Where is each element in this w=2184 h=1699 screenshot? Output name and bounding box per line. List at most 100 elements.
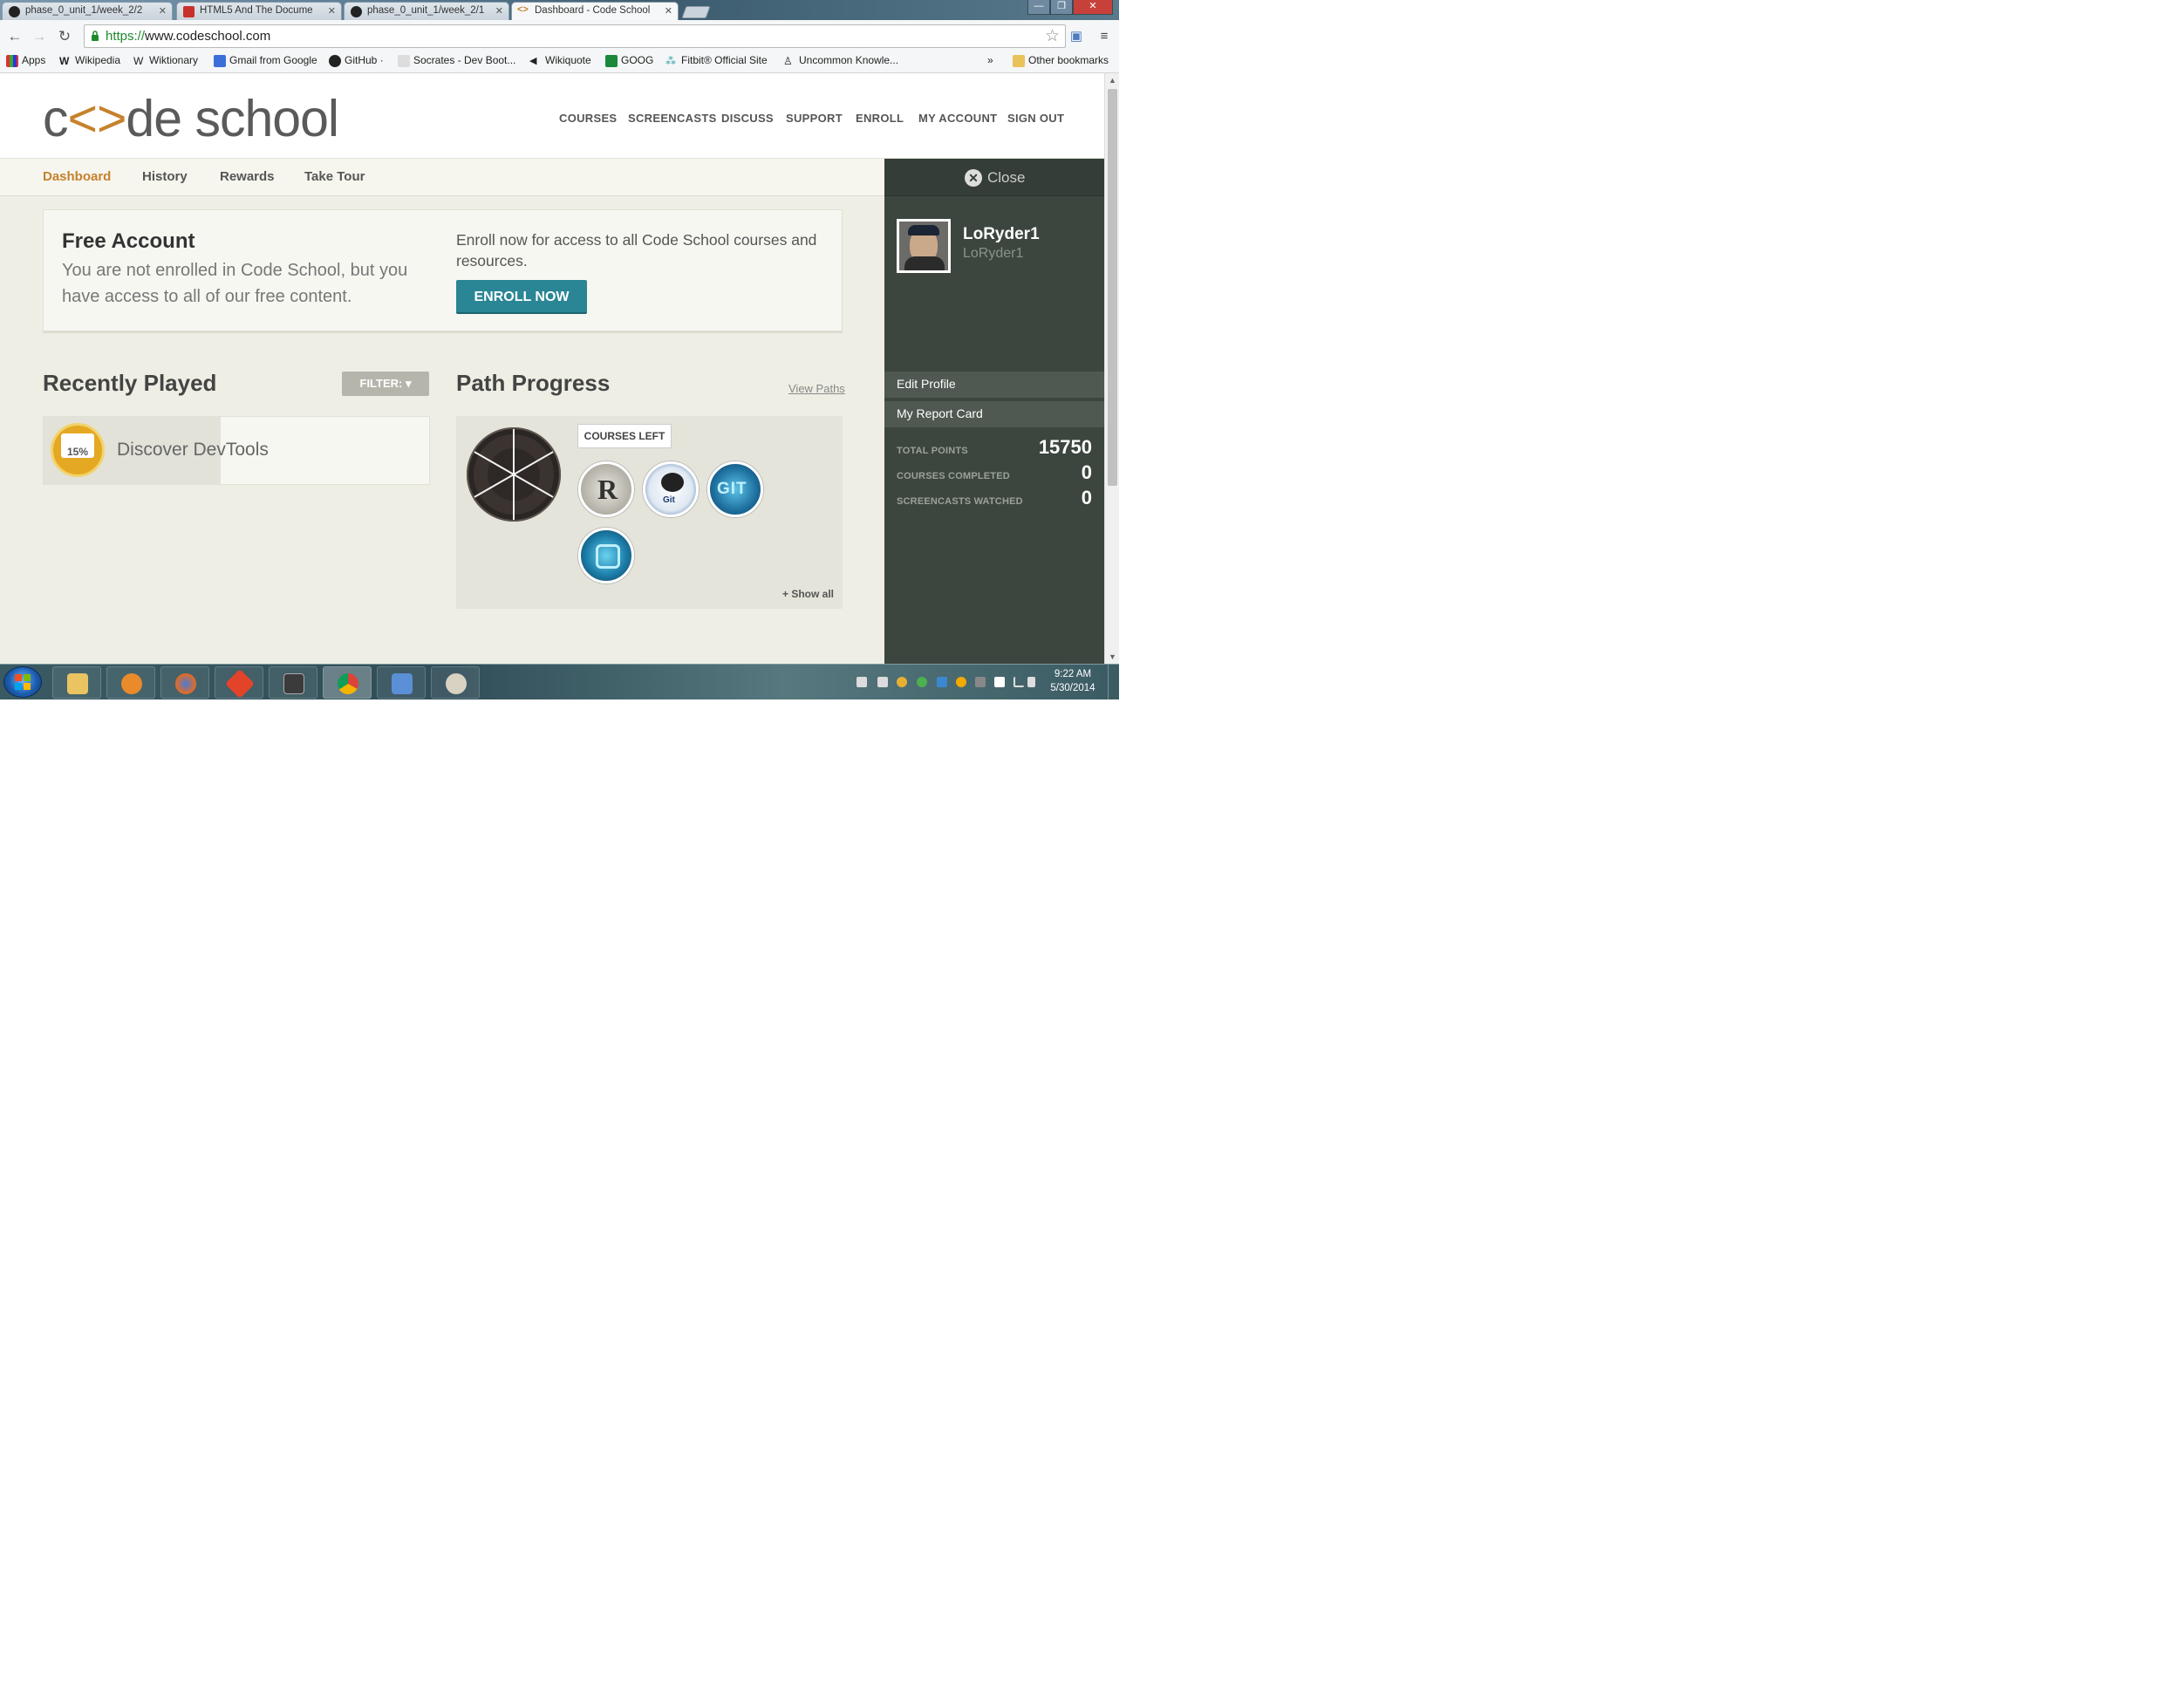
scroll-down-icon[interactable]: ▼ (1109, 652, 1116, 661)
account-sidebar: ✕ Close LoRyder1 LoRyder1 Edit Profile M… (884, 159, 1104, 664)
git-real-icon[interactable]: GIT (707, 461, 763, 517)
path-progress-wheel-icon[interactable] (466, 426, 562, 522)
bookmark-socrates[interactable]: Socrates - Dev Boot... (398, 54, 515, 67)
other-bookmarks-folder[interactable]: Other bookmarks (1013, 54, 1109, 67)
close-tab-icon[interactable]: ✕ (665, 5, 672, 17)
new-tab-button[interactable] (681, 6, 711, 18)
nav-screencasts[interactable]: SCREENCASTS (628, 112, 717, 125)
app-tray-icon[interactable] (937, 677, 947, 687)
dashboard-subnav: Dashboard History Rewards Take Tour (0, 159, 884, 196)
bookmark-apps[interactable]: Apps (6, 54, 45, 67)
git-octocat-icon[interactable]: Git (643, 461, 699, 517)
network-icon[interactable] (1014, 677, 1024, 687)
avatar[interactable] (897, 219, 951, 273)
scrollbar-thumb[interactable] (1108, 89, 1117, 486)
bookmark-github[interactable]: GitHub · (329, 54, 384, 67)
close-tab-icon[interactable]: ✕ (328, 5, 336, 17)
taskbar-remote[interactable] (377, 666, 426, 699)
pdf-icon (183, 6, 195, 17)
close-window-button[interactable]: ✕ (1073, 0, 1113, 15)
tab-history[interactable]: History (142, 169, 188, 184)
clock-time[interactable]: 9:22 AM (1047, 669, 1099, 679)
firefox-icon (175, 673, 196, 694)
reload-icon[interactable]: ↻ (55, 27, 74, 46)
enroll-now-button[interactable]: ENROLL NOW (456, 280, 587, 314)
notification-icon[interactable] (857, 677, 867, 687)
extension-icon[interactable]: ▣ (1068, 28, 1085, 45)
taskbar-git[interactable] (215, 666, 263, 699)
taskbar-file-explorer[interactable] (52, 666, 101, 699)
tab-rewards[interactable]: Rewards (220, 169, 275, 184)
tab-take-tour[interactable]: Take Tour (304, 169, 365, 184)
app-tray-icon[interactable] (956, 677, 966, 687)
media-player-icon (121, 673, 142, 694)
chrome-tray-icon[interactable] (917, 677, 927, 687)
clock-date[interactable]: 5/30/2014 (1045, 683, 1101, 693)
code-school-logo[interactable]: c<>de school (43, 89, 339, 148)
username: LoRyder1 (963, 225, 1040, 243)
close-tab-icon[interactable]: ✕ (159, 5, 167, 17)
folder-icon (1013, 55, 1025, 67)
bookmark-goog[interactable]: GOOG (605, 54, 653, 67)
browser-tab-strip: phase_0_unit_1/week_2/2 ✕ HTML5 And The … (0, 0, 1119, 20)
nav-sign-out[interactable]: SIGN OUT (1007, 112, 1064, 125)
taskbar-paint[interactable] (431, 666, 480, 699)
close-tab-icon[interactable]: ✕ (495, 5, 503, 17)
nav-enroll[interactable]: ENROLL (856, 112, 904, 125)
menu-icon[interactable]: ≡ (1095, 28, 1113, 45)
taskbar-firefox[interactable] (160, 666, 209, 699)
bookmark-fitbit[interactable]: ⁂ Fitbit® Official Site (665, 54, 768, 67)
bookmark-gmail[interactable]: Gmail from Google (214, 54, 317, 67)
minimize-button[interactable]: — (1027, 0, 1050, 15)
report-card-link[interactable]: My Report Card (884, 401, 1104, 427)
logo-text-pre: c (43, 90, 68, 147)
browser-tab-active[interactable]: <> Dashboard - Code School ✕ (511, 2, 679, 20)
paint-icon (446, 673, 467, 694)
browser-tab[interactable]: phase_0_unit_1/week_2/2 ✕ (2, 2, 173, 20)
taskbar-media-player[interactable] (106, 666, 155, 699)
tab-dashboard[interactable]: Dashboard (43, 169, 111, 184)
javascript-icon[interactable] (578, 528, 634, 583)
forward-icon[interactable]: → (30, 27, 49, 46)
scroll-up-icon[interactable]: ▲ (1109, 76, 1116, 85)
sidebar-close-button[interactable]: ✕ Close (884, 159, 1104, 196)
bookmark-uncommon-knowledge[interactable]: ♙ Uncommon Knowle... (783, 54, 898, 67)
show-desktop-button[interactable] (1108, 665, 1119, 699)
courses-completed-label: COURSES COMPLETED (897, 471, 1010, 481)
browser-tab[interactable]: HTML5 And The Docume ✕ (176, 2, 342, 20)
taskbar-chrome[interactable] (323, 666, 372, 699)
power-icon[interactable] (1027, 677, 1035, 687)
bookmark-star-icon[interactable]: ☆ (1045, 26, 1060, 46)
recently-played-item[interactable]: 15% Discover DevTools (43, 416, 430, 485)
chrome-tray-icon[interactable] (897, 677, 907, 687)
bookmark-wikipedia[interactable]: W Wikipedia (59, 54, 120, 67)
taskbar-sublime-text[interactable] (269, 666, 317, 699)
windows-taskbar: 9:22 AM 5/30/2014 (0, 664, 1119, 699)
edit-profile-link[interactable]: Edit Profile (884, 372, 1104, 398)
bookmark-wiktionary[interactable]: W Wiktionary (133, 54, 198, 67)
nav-my-account[interactable]: MY ACCOUNT (918, 112, 997, 125)
view-paths-link[interactable]: View Paths (788, 382, 845, 395)
bookmark-wikiquote[interactable]: ◀ Wikiquote (529, 54, 591, 66)
show-all-link[interactable]: + Show all (782, 588, 834, 600)
tab-title: Dashboard - Code School (535, 5, 651, 16)
nav-support[interactable]: SUPPORT (786, 112, 843, 125)
bookmark-label: GitHub · (345, 54, 384, 66)
close-icon: ✕ (965, 169, 982, 187)
nav-courses[interactable]: COURSES (559, 112, 617, 125)
browser-tab[interactable]: phase_0_unit_1/week_2/1 ✕ (344, 2, 509, 20)
notification-icon[interactable] (877, 677, 888, 687)
filter-dropdown[interactable]: FILTER: ▾ (342, 372, 429, 396)
nav-discuss[interactable]: DISCUSS (721, 112, 774, 125)
logo-bracket: <> (67, 90, 127, 147)
address-bar[interactable]: https://www.codeschool.com ☆ (84, 24, 1066, 48)
r-icon[interactable]: R (578, 461, 634, 517)
start-button[interactable] (3, 666, 42, 698)
back-icon[interactable]: ← (5, 27, 24, 46)
more-bookmarks-button[interactable]: » (987, 54, 993, 66)
maximize-button[interactable]: ❐ (1050, 0, 1073, 15)
git-label: Git (663, 495, 675, 505)
page-scrollbar[interactable]: ▲ ▼ (1104, 73, 1119, 664)
flag-icon[interactable] (994, 677, 1005, 687)
display-icon[interactable] (975, 677, 986, 687)
